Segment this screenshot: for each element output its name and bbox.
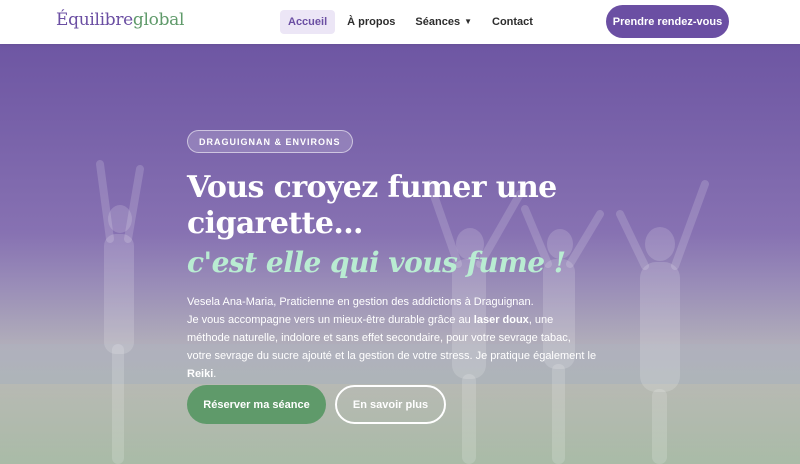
hero-subtitle: c'est elle qui vous fume ! (187, 246, 566, 279)
nav-item-a-propos[interactable]: À propos (339, 10, 403, 34)
location-badge: DRAGUIGNAN & ENVIRONS (187, 130, 353, 153)
para-text-a: Je vous accompagne vers un mieux-être du… (187, 314, 474, 326)
hero-description: Vesela Ana-Maria, Praticienne en gestion… (187, 293, 597, 383)
reiki-highlight: Reiki (187, 368, 214, 380)
reserve-session-button[interactable]: Réserver ma séance (187, 385, 326, 424)
hero-section: DRAGUIGNAN & ENVIRONS Vous croyez fumer … (0, 44, 800, 464)
nav-item-accueil[interactable]: Accueil (280, 10, 336, 34)
laser-doux-highlight: laser doux (473, 314, 529, 326)
hero-title-line-1: Vous croyez fumer une (187, 170, 557, 205)
logo-part-1: Équilibre (56, 10, 133, 30)
site-header: Équilibreglobal Accueil À propos Séances… (0, 0, 800, 44)
learn-more-button[interactable]: En savoir plus (335, 385, 446, 424)
para-text-e: . (213, 368, 217, 380)
hero-description-line-1: Vesela Ana-Maria, Praticienne en gestion… (187, 296, 534, 308)
logo-part-2: global (132, 10, 185, 30)
main-nav: Accueil À propos Séances ▼ Contact (280, 10, 541, 34)
book-appointment-button[interactable]: Prendre rendez-vous (606, 5, 729, 38)
hero-title: Vous croyez fumer une cigarette... (187, 170, 607, 242)
hero-title-line-2: cigarette... (187, 206, 364, 241)
caret-down-icon: ▼ (464, 17, 472, 26)
nav-item-seances-label: Séances (415, 16, 461, 28)
site-logo[interactable]: Équilibreglobal (56, 10, 184, 30)
nav-item-contact[interactable]: Contact (484, 10, 541, 34)
nav-item-seances[interactable]: Séances ▼ (407, 10, 480, 34)
hero-description-line-2: Je vous accompagne vers un mieux-être du… (187, 311, 597, 383)
